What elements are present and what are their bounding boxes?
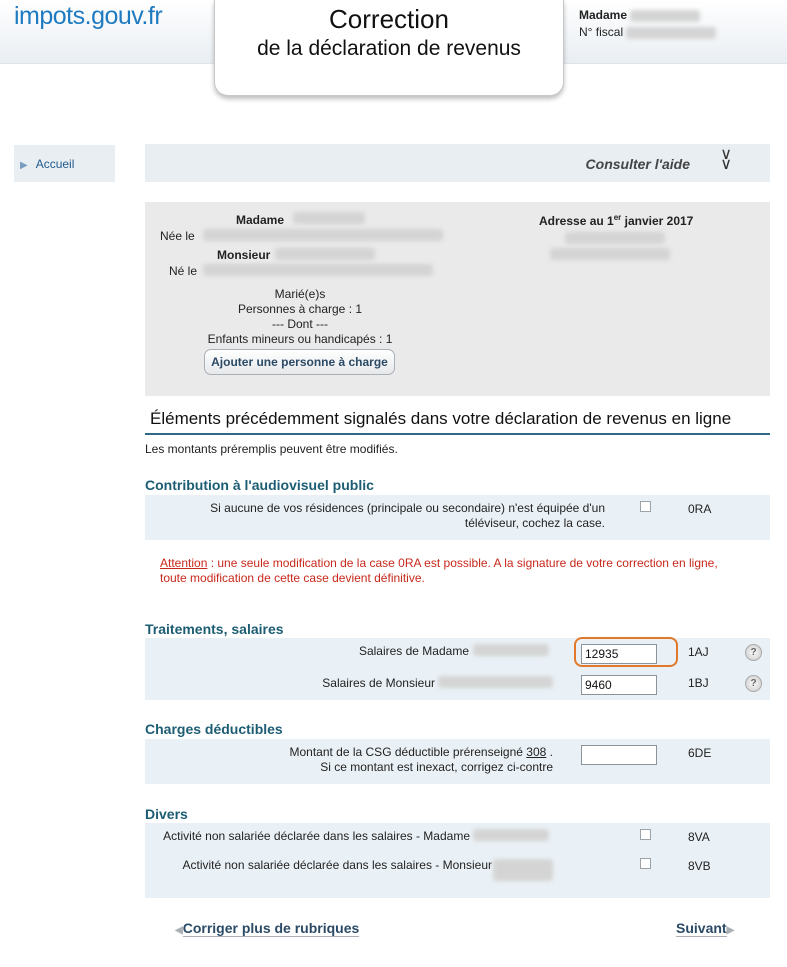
address-title: Adresse au 1er janvier 2017	[539, 213, 694, 228]
user-info: Madame N° fiscal	[579, 7, 717, 41]
csg-label: Montant de la CSG déductible prérenseign…	[289, 745, 553, 774]
code-1bj: 1BJ	[688, 676, 709, 690]
triangle-left-icon: ◀	[175, 925, 183, 936]
redacted-name	[630, 9, 701, 22]
sidebar-item-accueil[interactable]: ▶ Accueil	[20, 157, 74, 171]
salaires-panel: Salaires de Madame 1AJ ? Salaires de Mon…	[145, 637, 770, 700]
audiovisuel-label: Si aucune de vos résidences (principale …	[210, 501, 605, 530]
divers-heading: Divers	[145, 806, 188, 822]
double-chevron-down-icon[interactable]: ∨ ∨	[720, 147, 732, 173]
next-button[interactable]: Suivant▶	[676, 920, 735, 937]
audiovisuel-panel: Si aucune de vos résidences (principale …	[145, 495, 770, 540]
help-question-icon[interactable]: ?	[745, 644, 762, 661]
code-8va: 8VA	[688, 830, 710, 844]
madame-birth-label: Née le	[160, 229, 195, 243]
dont-separator: --- Dont ---	[272, 317, 328, 331]
divers-madame-label: Activité non salariée déclarée dans les …	[163, 829, 470, 843]
warning-word: Attention	[160, 556, 208, 570]
page-subtitle: de la déclaration de revenus	[257, 37, 521, 60]
page-title-card: Correction de la déclaration de revenus	[214, 0, 564, 96]
user-civility: Madame	[579, 8, 628, 22]
code-1aj: 1AJ	[688, 645, 709, 659]
add-dependent-button[interactable]: Ajouter une personne à charge	[204, 349, 395, 375]
redacted-address-line1	[565, 232, 665, 244]
site-logo[interactable]: impots.gouv.fr	[14, 2, 163, 31]
play-arrow-icon: ▶	[20, 160, 28, 171]
salaires-heading: Traitements, salaires	[145, 621, 284, 637]
salaires-madame-input[interactable]	[581, 644, 657, 664]
warning-message: Attention : une seule modification de la…	[160, 556, 718, 585]
help-link[interactable]: Consulter l'aide	[586, 156, 690, 172]
code-8vb: 8VB	[688, 859, 711, 873]
dependents-count: Personnes à charge : 1	[237, 302, 363, 316]
help-question-icon[interactable]: ?	[745, 675, 762, 692]
triangle-right-icon: ▶	[726, 925, 735, 936]
help-bar: Consulter l'aide ∨ ∨	[145, 144, 770, 182]
redacted-madame-birth	[203, 229, 443, 241]
children-count: Enfants mineurs ou handicapés : 1	[207, 332, 393, 346]
household-panel: Madame Née le Monsieur Né le Adresse au …	[145, 202, 770, 396]
page-title: Correction	[329, 4, 449, 34]
charges-heading: Charges déductibles	[145, 721, 283, 737]
more-sections-link[interactable]: ◀Corriger plus de rubriques	[175, 920, 360, 937]
audiovisuel-heading: Contribution à l'audiovisuel public	[145, 477, 374, 493]
code-6de: 6DE	[688, 746, 712, 760]
checkbox-0ra[interactable]	[640, 501, 651, 512]
redacted-madame-name	[293, 212, 365, 224]
redacted-monsieur-name	[275, 248, 375, 260]
redacted-fiscal-number	[626, 26, 717, 39]
sidebar: ▶ Accueil	[14, 145, 115, 182]
divers-monsieur-label: Activité non salariée déclarée dans les …	[182, 858, 493, 872]
redacted-monsieur-first-name	[438, 676, 553, 688]
marital-status: Marié(e)s	[274, 287, 326, 301]
salaires-madame-label: Salaires de Madame	[358, 644, 469, 658]
logo-text: impots.gouv.fr	[14, 2, 163, 30]
redacted-madame-first-name	[473, 644, 549, 656]
salaires-monsieur-input[interactable]	[581, 675, 657, 695]
csg-input[interactable]	[581, 745, 657, 765]
csg-prefilled-value: 308	[526, 745, 547, 759]
checkbox-8vb[interactable]	[640, 858, 651, 869]
redacted-monsieur-birth	[203, 264, 433, 276]
checkbox-8va[interactable]	[640, 829, 651, 840]
sidebar-item-label: Accueil	[35, 157, 75, 171]
code-0ra: 0RA	[688, 502, 712, 516]
divers-panel: Activité non salariée déclarée dans les …	[145, 823, 770, 898]
section-subtitle: Les montants préremplis peuvent être mod…	[145, 442, 398, 456]
section-title: Éléments précédemment signalés dans votr…	[145, 409, 770, 435]
charges-panel: Montant de la CSG déductible prérenseign…	[145, 739, 770, 784]
monsieur-birth-label: Né le	[169, 264, 198, 278]
madame-label: Madame	[236, 213, 285, 227]
redacted-madame-first-name	[473, 829, 549, 841]
fiscal-number-label: N° fiscal	[579, 25, 624, 39]
redacted-address-line2	[550, 248, 670, 260]
redacted-monsieur-first-name	[493, 859, 553, 881]
salaires-monsieur-label: Salaires de Monsieur	[322, 676, 435, 690]
household-summary: Marié(e)s Personnes à charge : 1 --- Don…	[185, 287, 415, 347]
monsieur-label: Monsieur	[217, 248, 271, 262]
